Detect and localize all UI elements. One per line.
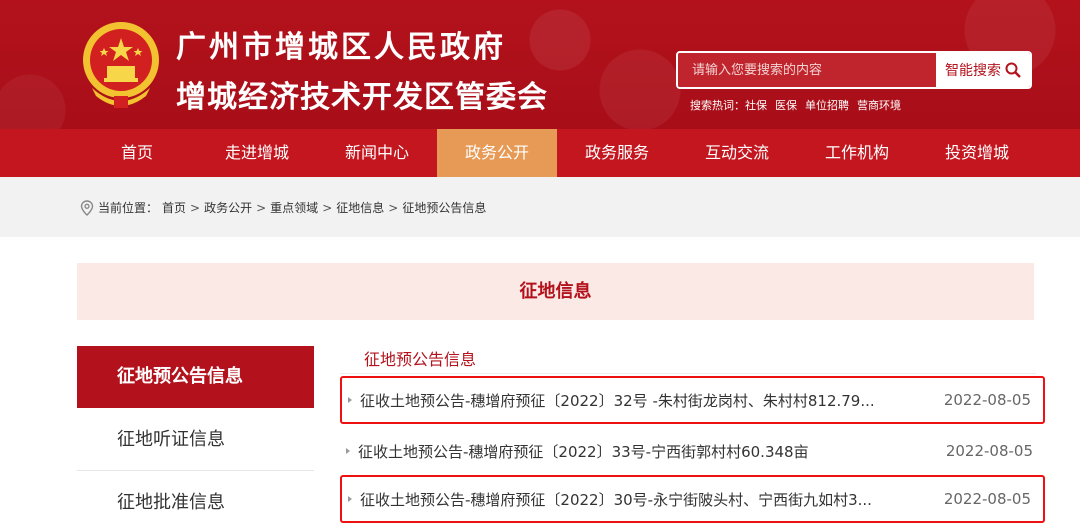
list-item-title[interactable]: 征收土地预公告-穗增府预征〔2022〕30号-永宁街陂头村、宁西街九如村3... <box>360 489 920 510</box>
hot-term-link[interactable]: 医保 <box>775 97 797 113</box>
list-divider <box>340 373 1036 374</box>
hot-search-terms: 搜索热词： 社保 医保 单位招聘 营商环境 <box>690 97 901 113</box>
main-navigation: 首页 走进增城 新闻中心 政务公开 政务服务 互动交流 工作机构 投资增城 <box>0 129 1080 177</box>
nav-item-about[interactable]: 走进增城 <box>197 129 317 177</box>
breadcrumb-link-gov-affairs[interactable]: 政务公开 <box>204 199 252 216</box>
breadcrumb-separator: > <box>322 200 333 215</box>
search-bar: 智能搜索 <box>676 51 1032 89</box>
nav-item-interaction[interactable]: 互动交流 <box>677 129 797 177</box>
list-item[interactable]: 征收土地预公告-穗增府预征〔2022〕33号-宁西街郭村村60.348亩 202… <box>340 427 1045 475</box>
bullet-icon <box>348 496 352 502</box>
list-item-title[interactable]: 征收土地预公告-穗增府预征〔2022〕32号 -朱村街龙岗村、朱村村812.79… <box>360 390 920 411</box>
breadcrumb-separator: > <box>190 200 201 215</box>
search-button-label: 智能搜索 <box>945 63 1001 79</box>
list-item[interactable]: 征收土地预公告-穗增府预征〔2022〕30号-永宁街陂头村、宁西街九如村3...… <box>340 475 1045 523</box>
breadcrumb-link-land-info[interactable]: 征地信息 <box>336 199 384 216</box>
national-emblem-icon <box>83 22 159 108</box>
list-item-date: 2022-08-05 <box>945 442 1033 460</box>
site-title-line2: 增城经济技术开发区管委会 <box>176 80 548 115</box>
breadcrumb: 当前位置： 首页 > 政务公开 > 重点领域 > 征地信息 > 征地预公告信息 <box>80 199 486 216</box>
sidebar-item-hearing[interactable]: 征地听证信息 <box>77 409 314 471</box>
hot-term-link[interactable]: 营商环境 <box>857 97 901 113</box>
breadcrumb-label: 当前位置： <box>98 201 159 215</box>
site-header: 广州市增城区人民政府 增城经济技术开发区管委会 智能搜索 搜索热词： 社保 医保… <box>0 0 1080 129</box>
nav-item-home[interactable]: 首页 <box>77 129 197 177</box>
search-icon <box>1005 62 1021 78</box>
section-title: 征地信息 <box>77 263 1034 320</box>
breadcrumb-current[interactable]: 征地预公告信息 <box>402 199 486 216</box>
breadcrumb-separator: > <box>256 200 267 215</box>
site-title-line1: 广州市增城区人民政府 <box>176 30 506 65</box>
breadcrumb-bar: 当前位置： 首页 > 政务公开 > 重点领域 > 征地信息 > 征地预公告信息 <box>0 177 1080 237</box>
smart-search-button[interactable]: 智能搜索 <box>936 53 1030 87</box>
nav-item-gov-affairs-open[interactable]: 政务公开 <box>437 129 557 177</box>
hot-search-label: 搜索热词： <box>690 99 745 112</box>
list-item-date: 2022-08-05 <box>943 490 1031 508</box>
nav-item-gov-services[interactable]: 政务服务 <box>557 129 677 177</box>
bullet-icon <box>348 397 352 403</box>
list-item-title[interactable]: 征收土地预公告-穗增府预征〔2022〕33号-宁西街郭村村60.348亩 <box>358 441 918 462</box>
nav-item-agencies[interactable]: 工作机构 <box>797 129 917 177</box>
list-item-date: 2022-08-05 <box>943 391 1031 409</box>
breadcrumb-link-key-areas[interactable]: 重点领域 <box>270 199 318 216</box>
search-input[interactable] <box>678 53 936 87</box>
location-pin-icon <box>80 199 94 216</box>
list-title: 征地预公告信息 <box>364 350 477 369</box>
nav-item-invest[interactable]: 投资增城 <box>917 129 1037 177</box>
sidebar-item-pre-announcement[interactable]: 征地预公告信息 <box>77 346 314 408</box>
breadcrumb-link-home[interactable]: 首页 <box>162 199 186 216</box>
hot-term-link[interactable]: 单位招聘 <box>805 97 849 113</box>
bullet-icon <box>346 448 350 454</box>
sidebar-item-approval[interactable]: 征地批准信息 <box>77 472 314 531</box>
nav-item-news[interactable]: 新闻中心 <box>317 129 437 177</box>
hot-term-link[interactable]: 社保 <box>745 97 767 113</box>
list-item[interactable]: 征收土地预公告-穗增府预征〔2022〕32号 -朱村街龙岗村、朱村村812.79… <box>340 376 1045 424</box>
breadcrumb-separator: > <box>388 200 399 215</box>
